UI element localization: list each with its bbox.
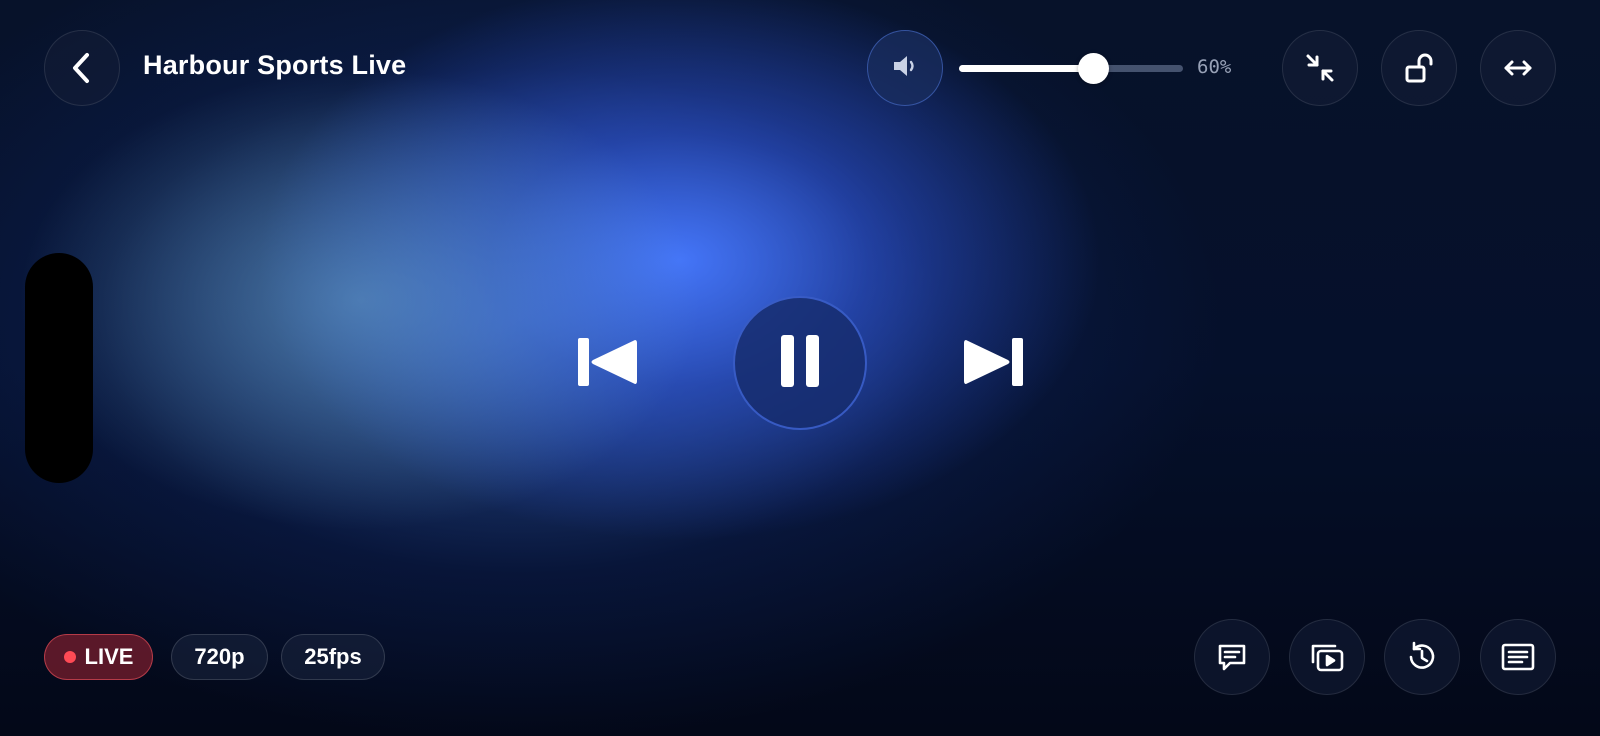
page-title: Harbour Sports Live bbox=[143, 50, 407, 80]
resolution-label: 720p bbox=[194, 644, 245, 669]
skip-next-icon bbox=[962, 338, 1024, 392]
volume-slider-fill bbox=[959, 65, 1094, 72]
playlist-button[interactable] bbox=[1480, 619, 1556, 695]
picture-in-picture-button[interactable] bbox=[1289, 619, 1365, 695]
video-stack-icon bbox=[1309, 640, 1345, 674]
collapse-arrows-icon bbox=[1303, 51, 1337, 85]
history-icon bbox=[1404, 639, 1440, 675]
framerate-label: 25fps bbox=[304, 644, 362, 669]
skip-previous-icon bbox=[577, 338, 639, 392]
live-badge: LIVE bbox=[44, 634, 153, 680]
volume-slider[interactable] bbox=[959, 53, 1183, 84]
chevron-left-icon bbox=[69, 51, 95, 85]
unlock-icon bbox=[1402, 51, 1436, 85]
previous-button[interactable] bbox=[577, 336, 639, 393]
back-button[interactable] bbox=[44, 30, 120, 106]
exit-fullscreen-button[interactable] bbox=[1282, 30, 1358, 106]
chat-bubble-icon bbox=[1215, 640, 1249, 674]
next-button[interactable] bbox=[962, 336, 1024, 393]
framerate-badge[interactable]: 25fps bbox=[281, 634, 385, 680]
pause-button[interactable] bbox=[733, 296, 867, 430]
resolution-badge[interactable]: 720p bbox=[171, 634, 268, 680]
chat-button[interactable] bbox=[1194, 619, 1270, 695]
horizontal-arrows-icon bbox=[1501, 51, 1535, 85]
fit-width-button[interactable] bbox=[1480, 30, 1556, 106]
volume-level-text: 60% bbox=[1197, 56, 1232, 78]
speaker-low-icon bbox=[890, 52, 920, 85]
side-gesture-handle[interactable] bbox=[25, 253, 93, 483]
live-dot-icon bbox=[63, 651, 76, 663]
list-icon bbox=[1500, 641, 1536, 673]
live-label: LIVE bbox=[84, 644, 134, 669]
pause-icon bbox=[780, 334, 820, 393]
unlock-button[interactable] bbox=[1381, 30, 1457, 106]
history-button[interactable] bbox=[1384, 619, 1460, 695]
volume-slider-thumb[interactable] bbox=[1078, 53, 1110, 84]
mute-button[interactable] bbox=[867, 30, 943, 106]
